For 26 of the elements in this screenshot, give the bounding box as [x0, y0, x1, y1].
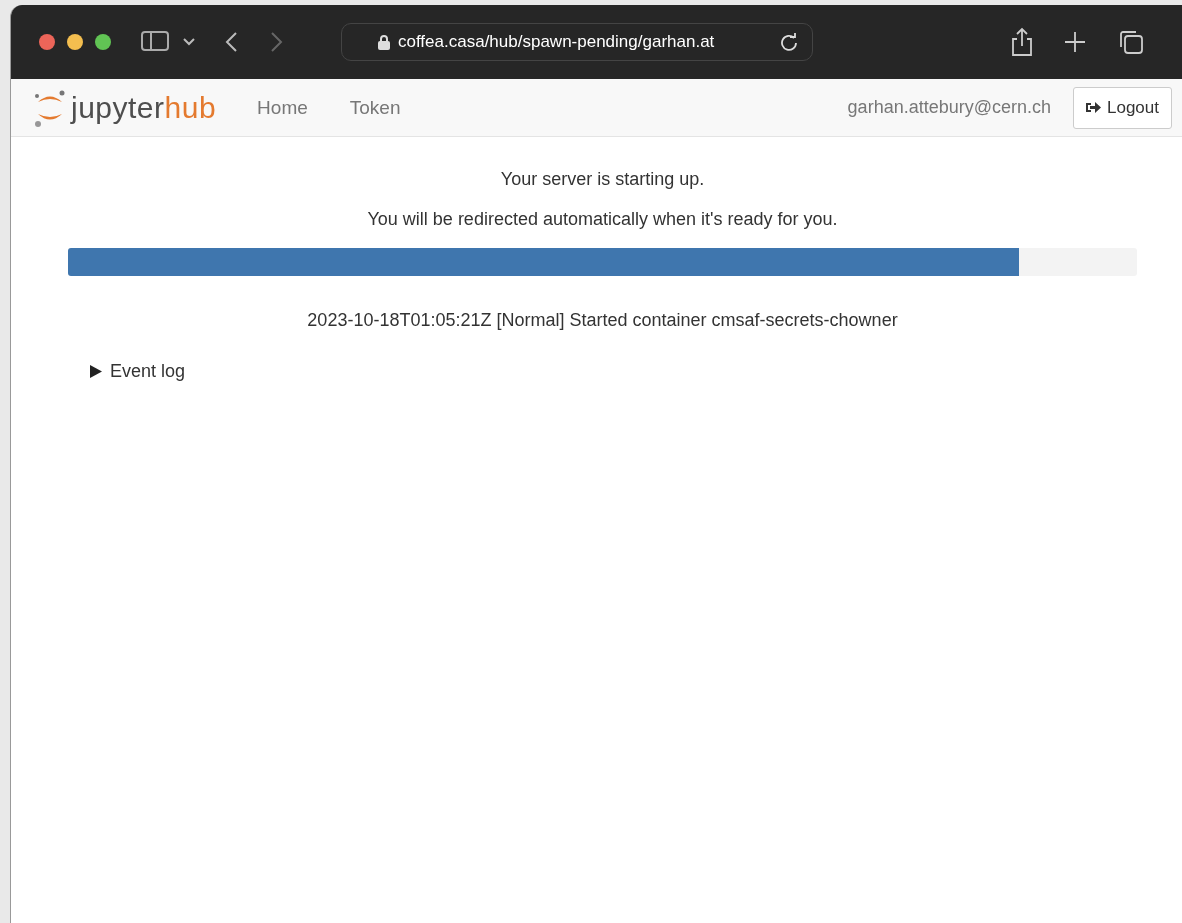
status-message: You will be redirected automatically when it's ready for you. [367, 209, 838, 230]
progress-message: 2023-10-18T01:05:21Z [Normal] Started container cmsaf-secrets-chowner [307, 310, 898, 331]
jupyterhub-logo[interactable]: jupyterhub [33, 87, 217, 128]
close-window-icon[interactable] [39, 34, 55, 50]
reload-icon[interactable] [780, 33, 798, 51]
nav-link[interactable]: Home [236, 96, 329, 119]
sign-out-icon [1086, 101, 1101, 114]
logo-text: jupyterhub [71, 90, 217, 125]
lock-icon [378, 34, 390, 50]
address-bar[interactable]: coffea.casa/hub/spawn-pending/garhan.at [341, 23, 813, 61]
url-text: coffea.casa/hub/spawn-pending/garhan.at [398, 32, 716, 52]
username: garhan.attebury@cern.ch [847, 97, 1051, 118]
disclosure-triangle-icon [89, 365, 102, 378]
maximize-window-icon[interactable] [95, 34, 111, 50]
sidebar-icon[interactable] [141, 31, 171, 53]
new-tab-icon[interactable] [1065, 32, 1085, 52]
nav-link[interactable]: Token [328, 96, 422, 119]
minimize-window-icon[interactable] [67, 34, 83, 50]
event-log-toggle[interactable]: Event log [89, 361, 186, 382]
logout-button[interactable]: Logout [1073, 86, 1172, 129]
status-heading: Your server is starting up. [500, 169, 705, 190]
share-icon[interactable] [1011, 27, 1033, 57]
forward-icon [271, 32, 283, 52]
tabs-overview-icon[interactable] [1118, 29, 1144, 55]
chevron-down-icon[interactable] [183, 38, 195, 46]
back-icon[interactable] [225, 32, 237, 52]
